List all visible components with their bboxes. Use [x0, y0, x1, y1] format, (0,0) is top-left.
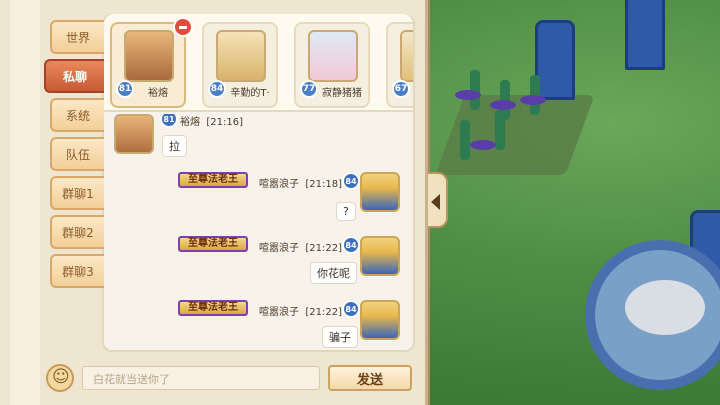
level-badge: 84	[342, 172, 360, 190]
tab-team[interactable]: 队伍	[50, 137, 104, 171]
contact-name: 寂静猪猪	[322, 88, 362, 99]
title-badge: 至尊法老王	[178, 300, 248, 316]
contact-card[interactable]: 84 辛勤的T·	[202, 22, 278, 108]
message-meta: 裕熔 [21:16]	[180, 114, 243, 128]
channel-tabs: 世界 私聊 系统 队伍 群聊1 群聊2 群聊3	[42, 20, 104, 293]
contact-avatar	[124, 30, 174, 82]
contact-avatar	[216, 30, 266, 82]
blue-tower	[625, 0, 665, 70]
tab-system[interactable]: 系统	[50, 98, 104, 132]
title-badge: 至尊法老王	[178, 236, 248, 252]
crop-plant	[495, 110, 505, 150]
contact-avatar	[400, 30, 413, 82]
level-badge: 84	[342, 236, 360, 254]
contact-name: 辛勤的T·	[230, 88, 270, 99]
message-list[interactable]: 81 裕熔 [21:16] 拉 至尊法老王 喧嚣浪子 [21:18] 84 ? …	[104, 114, 413, 350]
tab-group-1[interactable]: 群聊1	[50, 176, 104, 210]
message-meta: 喧嚣浪子 [21:18]	[259, 175, 342, 190]
boulder	[625, 280, 705, 335]
contact-card[interactable]: 77 寂静猪猪	[294, 22, 370, 108]
eggplant	[470, 140, 496, 150]
remove-contact-icon[interactable]	[173, 17, 193, 37]
sender-name: 裕熔	[180, 117, 200, 128]
crop-plant	[460, 120, 470, 160]
tab-world[interactable]: 世界	[50, 20, 104, 54]
tab-group-2[interactable]: 群聊2	[50, 215, 104, 249]
message-bubble: 你花呢	[310, 262, 357, 284]
chat-panel: 世界 私聊 系统 队伍 群聊1 群聊2 群聊3 81 裕熔 84 辛勤的T· 7…	[0, 0, 428, 405]
message-bubble: 骗子	[322, 326, 358, 348]
message-time: [21:16]	[206, 117, 243, 128]
sender-avatar	[360, 236, 400, 276]
title-badge: 至尊法老王	[178, 172, 248, 188]
emoji-icon[interactable]	[46, 364, 74, 392]
message-meta: 喧嚣浪子 [21:22]	[259, 303, 342, 318]
sender-name: 喧嚣浪子	[259, 179, 299, 190]
collapse-panel-icon[interactable]	[428, 172, 448, 228]
message-time: [21:22]	[305, 307, 342, 318]
sender-avatar	[114, 114, 154, 154]
sender-avatar	[360, 300, 400, 340]
level-badge: 84	[342, 300, 360, 318]
chat-input-field[interactable]: 白花就当送你了	[82, 366, 320, 390]
private-chat-contacts: 81 裕熔 84 辛勤的T· 77 寂静猪猪 67	[104, 14, 413, 112]
sender-name: 喧嚣浪子	[259, 243, 299, 254]
message-time: [21:18]	[305, 179, 342, 190]
send-button[interactable]: 发送	[328, 365, 412, 391]
message-bubble: ?	[336, 202, 356, 221]
message-bubble: 拉	[162, 135, 187, 157]
level-badge: 81	[160, 114, 178, 128]
panel-edge	[10, 0, 40, 405]
sender-avatar	[360, 172, 400, 212]
level-badge: 67	[392, 80, 410, 98]
eggplant	[490, 100, 516, 110]
tab-private-chat[interactable]: 私聊	[44, 59, 104, 93]
tab-group-3[interactable]: 群聊3	[50, 254, 104, 288]
eggplant	[455, 90, 481, 100]
blue-tower	[535, 20, 575, 100]
contact-card[interactable]: 81 裕熔	[110, 22, 186, 108]
contact-avatar	[308, 30, 358, 82]
contact-card[interactable]: 67	[386, 22, 413, 108]
message-meta: 喧嚣浪子 [21:22]	[259, 239, 342, 254]
sender-name: 喧嚣浪子	[259, 307, 299, 318]
chat-input-bar: 白花就当送你了 发送	[40, 358, 420, 398]
eggplant	[520, 95, 546, 105]
message-time: [21:22]	[305, 243, 342, 254]
contact-name: 裕熔	[148, 88, 168, 99]
